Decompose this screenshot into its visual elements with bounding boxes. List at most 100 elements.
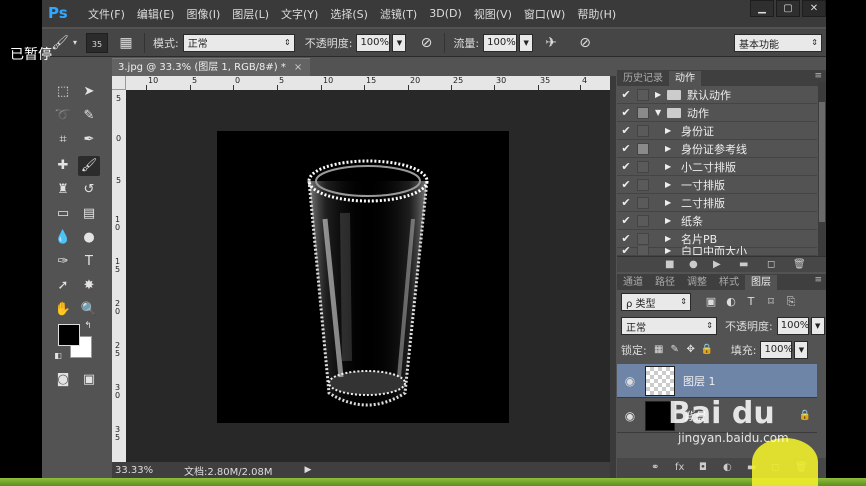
expand-triangle-icon[interactable]: ▶ xyxy=(665,198,675,207)
blend-mode-select[interactable]: 正常 ⇕ xyxy=(621,317,717,335)
mode-select[interactable]: 正常 ⇕ xyxy=(182,33,295,52)
pressure-opacity-icon[interactable]: ⊘ xyxy=(416,33,436,53)
stop-icon[interactable]: ■ xyxy=(665,259,674,270)
blur-tool-icon[interactable]: 💧 xyxy=(52,228,74,248)
play-icon[interactable]: ▶ xyxy=(305,465,312,475)
action-item[interactable]: ✔ ▶ 白口中而大小 xyxy=(617,246,817,256)
fill-input[interactable]: 100% xyxy=(760,341,793,359)
tab-paths[interactable]: 路径 xyxy=(649,275,681,290)
check-icon[interactable]: ✔ xyxy=(617,246,635,255)
filter-shape-icon[interactable]: ⌑ xyxy=(761,292,781,312)
document-info[interactable]: 文档:2.80M/2.08M xyxy=(184,463,273,478)
move-tool-icon[interactable]: ➤ xyxy=(78,82,100,102)
document-canvas[interactable] xyxy=(217,131,509,423)
menu-help[interactable]: 帮助(H) xyxy=(577,6,616,22)
fill-slider-toggle[interactable]: ▼ xyxy=(794,341,809,359)
zoom-tool-icon[interactable]: 🔍 xyxy=(78,300,100,320)
fx-icon[interactable]: fx xyxy=(675,462,684,473)
brush-panel-toggle-icon[interactable]: ▦ xyxy=(116,33,136,53)
panel-menu-icon[interactable]: ≡ xyxy=(814,275,822,285)
eye-icon[interactable]: ◉ xyxy=(617,374,643,388)
action-item[interactable]: ✔ ▶ 小二寸排版 xyxy=(617,158,817,176)
scroll-thumb[interactable] xyxy=(819,102,825,222)
add-mask-icon[interactable]: ◘ xyxy=(699,462,707,473)
action-item[interactable]: ✔ ▶ 纸条 xyxy=(617,212,817,230)
tab-adjustments[interactable]: 调整 xyxy=(681,275,713,290)
maximize-button[interactable]: ▢ xyxy=(776,0,800,17)
dialog-toggle[interactable] xyxy=(637,246,649,255)
gradient-tool-icon[interactable]: ▤ xyxy=(78,204,100,224)
document-tab[interactable]: 3.jpg @ 33.3% (图层 1, RGB/8#) * × xyxy=(112,58,310,76)
check-icon[interactable]: ✔ xyxy=(617,232,635,245)
menu-select[interactable]: 选择(S) xyxy=(330,6,368,22)
dialog-toggle[interactable] xyxy=(637,178,649,191)
expand-triangle-icon[interactable]: ▶ xyxy=(665,246,675,255)
check-icon[interactable]: ✔ xyxy=(617,88,635,101)
action-set-default[interactable]: ✔ ▶ 默认动作 xyxy=(617,86,817,104)
pressure-size-icon[interactable]: ⊘ xyxy=(575,33,595,53)
expand-triangle-icon[interactable]: ▶ xyxy=(665,234,675,243)
panel-menu-icon[interactable]: ≡ xyxy=(814,71,822,81)
action-item[interactable]: ✔ ▶ 一寸排版 xyxy=(617,176,817,194)
minimize-button[interactable]: ▁ xyxy=(750,0,774,17)
quick-mask-icon[interactable]: ◙ xyxy=(52,370,74,390)
healing-brush-tool-icon[interactable]: ✚ xyxy=(52,156,74,176)
default-colors-icon[interactable]: ◧ xyxy=(52,350,64,362)
foreground-color-swatch[interactable] xyxy=(58,324,80,346)
type-tool-icon[interactable]: T xyxy=(78,252,100,272)
airbrush-icon[interactable]: ✈ xyxy=(541,33,561,53)
close-button[interactable]: ✕ xyxy=(802,0,826,17)
swap-colors-icon[interactable]: ↰ xyxy=(82,320,94,332)
menu-window[interactable]: 窗口(W) xyxy=(524,6,565,22)
filter-pixel-icon[interactable]: ▣ xyxy=(701,292,721,312)
check-icon[interactable]: ✔ xyxy=(617,196,635,209)
eyedropper-tool-icon[interactable]: ✒ xyxy=(78,130,100,150)
vertical-ruler[interactable]: 5 0 5 1 0 1 5 2 0 2 5 3 0 3 5 xyxy=(112,90,126,462)
check-icon[interactable]: ✔ xyxy=(617,142,635,155)
action-item[interactable]: ✔ ▶ 身份证 xyxy=(617,122,817,140)
dialog-toggle[interactable] xyxy=(637,142,649,155)
link-icon[interactable]: ⚭ xyxy=(651,462,659,473)
dialog-toggle[interactable] xyxy=(637,196,649,209)
expand-triangle-icon[interactable]: ▶ xyxy=(665,126,675,135)
tab-styles[interactable]: 样式 xyxy=(713,275,745,290)
path-selection-tool-icon[interactable]: ➚ xyxy=(52,276,74,296)
action-item[interactable]: ✔ ▶ 身份证参考线 xyxy=(617,140,817,158)
expand-triangle-icon[interactable]: ▶ xyxy=(665,162,675,171)
opacity-input[interactable]: 100% xyxy=(356,33,391,52)
dialog-toggle[interactable] xyxy=(637,88,649,101)
tab-actions[interactable]: 动作 xyxy=(669,71,701,86)
custom-shape-tool-icon[interactable]: ✸ xyxy=(78,276,100,296)
action-set-actions[interactable]: ✔ ▼ 动作 xyxy=(617,104,817,122)
ruler-origin[interactable] xyxy=(112,76,126,90)
flow-slider-toggle[interactable]: ▼ xyxy=(519,33,534,52)
brush-size-picker[interactable]: 35 xyxy=(86,32,108,53)
hand-tool-icon[interactable]: ✋ xyxy=(52,300,74,320)
check-icon[interactable]: ✔ xyxy=(617,214,635,227)
canvas-scrollbar[interactable] xyxy=(610,76,616,478)
filter-smart-object-icon[interactable]: ⎘ xyxy=(781,292,801,312)
check-icon[interactable]: ✔ xyxy=(617,124,635,137)
record-icon[interactable]: ● xyxy=(689,259,698,270)
menu-edit[interactable]: 编辑(E) xyxy=(137,6,175,22)
flow-input[interactable]: 100% xyxy=(483,33,518,52)
crop-tool-icon[interactable]: ⌗ xyxy=(52,130,74,150)
tab-history[interactable]: 历史记录 xyxy=(617,71,669,86)
layer-name[interactable]: 图层 1 xyxy=(683,373,716,389)
expand-triangle-icon[interactable]: ▶ xyxy=(665,216,675,225)
layer-opacity-slider-toggle[interactable]: ▼ xyxy=(810,317,825,335)
new-set-icon[interactable]: ▬ xyxy=(739,259,748,270)
menu-view[interactable]: 视图(V) xyxy=(474,6,512,22)
close-icon[interactable]: × xyxy=(294,62,302,73)
opacity-slider-toggle[interactable]: ▼ xyxy=(392,33,407,52)
zoom-level[interactable]: 33.33% xyxy=(112,465,172,476)
trash-icon[interactable]: 🗑 xyxy=(793,259,806,270)
filter-adjustment-icon[interactable]: ◐ xyxy=(721,292,741,312)
eraser-tool-icon[interactable]: ▭ xyxy=(52,204,74,224)
dialog-toggle[interactable] xyxy=(637,124,649,137)
lock-all-icon[interactable]: 🔒 xyxy=(699,340,715,360)
pen-tool-icon[interactable]: ✑ xyxy=(52,252,74,272)
action-item[interactable]: ✔ ▶ 二寸排版 xyxy=(617,194,817,212)
workspace-select[interactable]: 基本功能 ⇕ xyxy=(734,34,822,52)
dialog-toggle[interactable] xyxy=(637,232,649,245)
